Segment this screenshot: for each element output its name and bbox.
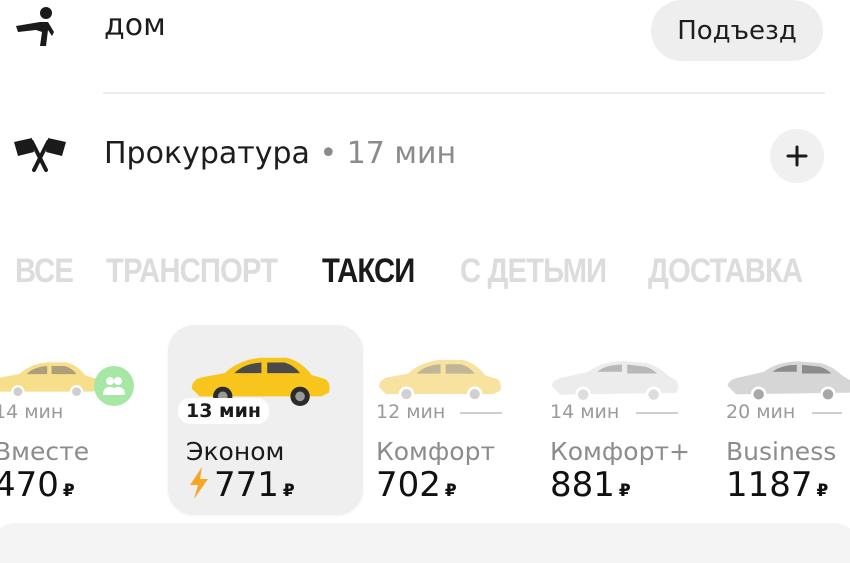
people-icon — [103, 377, 125, 395]
person-pin-icon — [12, 6, 64, 54]
tariff-name: Business — [726, 437, 837, 466]
tariff-card-comfort[interactable]: 12 мин Комфорт 702 ₽ — [366, 325, 538, 515]
car-icon — [0, 362, 99, 399]
destination-address[interactable]: Прокуратура • 17 мин — [104, 136, 456, 171]
tariff-eta: 13 мин — [178, 398, 270, 424]
finish-flags-icon — [10, 134, 70, 178]
tariff-price: 881 ₽ — [550, 465, 631, 505]
tariff-eta: 14 мин — [550, 401, 620, 423]
tariff-price: 470 ₽ — [0, 465, 75, 505]
tariff-eta: 20 мин — [726, 401, 796, 423]
tab-all[interactable]: ВСЕ — [15, 252, 74, 291]
tariff-price: 771 ₽ — [188, 465, 295, 505]
tariff-name: Комфорт — [376, 437, 496, 466]
tariff-name: Вместе — [0, 437, 90, 466]
add-stop-button[interactable] — [770, 129, 824, 183]
tariff-eta: 12 мин — [376, 401, 446, 423]
car-icon — [379, 359, 501, 402]
plus-icon — [786, 145, 808, 167]
tab-with-kids[interactable]: С ДЕТЬМИ — [460, 252, 607, 291]
tariff-price: 702 ₽ — [376, 465, 457, 505]
origin-address[interactable]: дом — [104, 8, 166, 43]
route-divider — [103, 92, 825, 94]
eta-underline — [812, 412, 842, 414]
tariff-card-comfort-plus[interactable]: 14 мин Комфорт+ 881 ₽ — [540, 325, 715, 515]
car-icon — [727, 361, 850, 403]
eta-underline — [460, 412, 502, 414]
tariff-card-business[interactable]: 20 мин Business 1187 ₽ — [716, 325, 850, 515]
tariff-price: 1187 ₽ — [726, 465, 829, 505]
shared-ride-badge — [94, 366, 134, 406]
tariff-card-together[interactable]: 14 мин Вместе 470 ₽ — [0, 325, 150, 515]
car-icon — [551, 361, 679, 403]
eta-underline — [636, 412, 678, 414]
tariff-name: Комфорт+ — [550, 437, 690, 466]
tariff-name: Эконом — [186, 437, 285, 466]
tab-delivery[interactable]: ДОСТАВКА — [648, 252, 803, 291]
order-panel — [0, 523, 850, 563]
destination-name: Прокуратура — [104, 136, 310, 171]
tariff-eta: 14 мин — [0, 401, 64, 423]
tab-transport[interactable]: ТРАНСПОРТ — [106, 252, 278, 291]
entrance-button[interactable]: Подъезд — [651, 0, 823, 61]
destination-time: • 17 мин — [309, 136, 457, 171]
tariff-card-economy[interactable]: 13 мин Эконом 771 ₽ — [168, 325, 363, 515]
lightning-icon — [190, 467, 208, 499]
tab-taxi[interactable]: ТАКСИ — [322, 252, 415, 291]
